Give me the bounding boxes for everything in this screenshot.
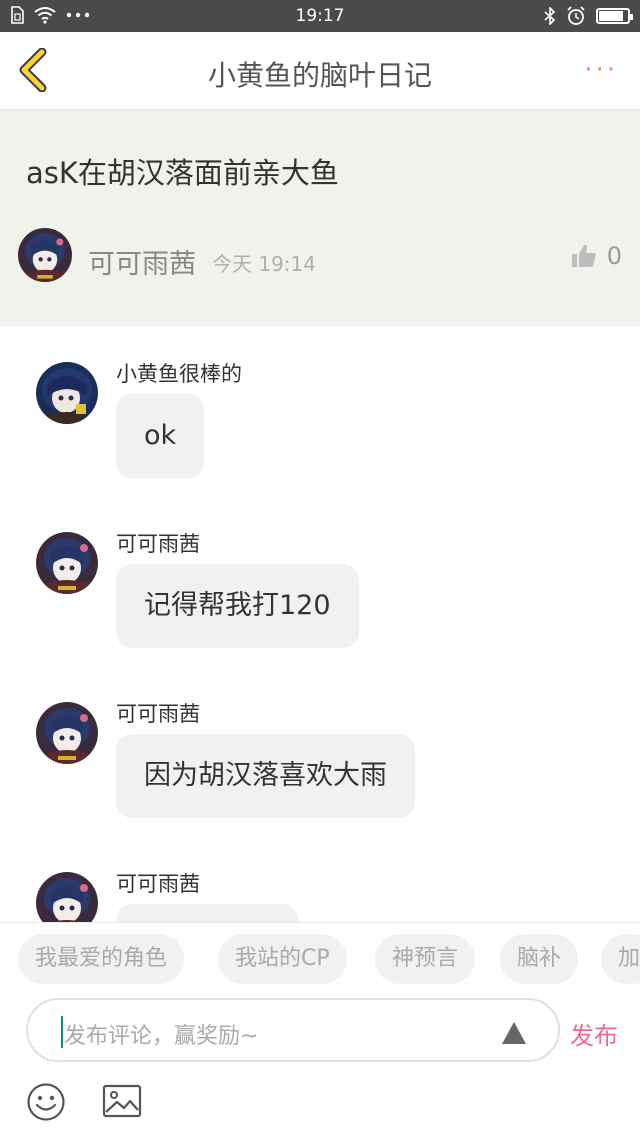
image-icon[interactable] xyxy=(102,1084,142,1118)
like-count: 0 xyxy=(606,242,622,270)
comment-text: 因为胡汉落喜欢大雨 xyxy=(116,734,415,818)
comment-author[interactable]: 可可雨茜 xyxy=(116,868,200,898)
thumbs-up-icon xyxy=(571,244,596,267)
topic-tag[interactable]: 脑补 xyxy=(500,934,579,984)
topic-tag[interactable]: 我站的CP xyxy=(218,934,347,984)
like-button[interactable]: 0 xyxy=(571,242,622,270)
comment-text: ok xyxy=(116,394,205,478)
comment-item: 可可雨茜 因为胡汉落喜欢大雨 xyxy=(0,666,640,836)
comment-text xyxy=(116,904,298,922)
send-arrow-icon[interactable] xyxy=(501,1021,527,1045)
topic-tag[interactable]: 我最爱的角色 xyxy=(18,934,185,984)
battery-icon xyxy=(596,8,633,24)
comment-avatar[interactable] xyxy=(36,872,98,922)
comment-author[interactable]: 小黄鱼很棒的 xyxy=(116,358,242,388)
comment-list[interactable]: 小黄鱼很棒的 ok 可可雨茜 记得帮我打120 可可雨茜 因为胡汉落喜欢大雨 可… xyxy=(0,326,640,922)
comment-author[interactable]: 可可雨茜 xyxy=(116,528,200,558)
alarm-icon xyxy=(567,6,585,25)
comment-input-placeholder: 发布评论，赢奖励~ xyxy=(64,1024,259,1049)
comment-text: 记得帮我打120 xyxy=(116,564,359,648)
comment-avatar[interactable] xyxy=(36,362,98,424)
comment-item: 可可雨茜 记得帮我打120 xyxy=(0,496,640,666)
post-time: 今天 19:14 xyxy=(212,252,316,276)
more-options-button[interactable]: ··· xyxy=(584,57,618,83)
bluetooth-icon xyxy=(544,7,556,25)
emoji-icon[interactable] xyxy=(26,1082,66,1122)
comment-author[interactable]: 可可雨茜 xyxy=(116,698,200,728)
comment-item: 可可雨茜 xyxy=(0,836,640,922)
page-title: 小黄鱼的脑叶日记 xyxy=(207,59,432,92)
bottom-toolbar xyxy=(0,1068,640,1138)
comment-input[interactable]: 发布评论，赢奖励~ xyxy=(26,998,560,1062)
topic-tag-strip[interactable]: 我最爱的角色 我站的CP 神预言 脑补 加 xyxy=(0,922,640,998)
comment-item: 小黄鱼很棒的 ok xyxy=(0,326,640,496)
author-name[interactable]: 可可雨茜 xyxy=(88,242,196,281)
topic-tag[interactable]: 神预言 xyxy=(375,934,476,984)
nav-bar: 小黄鱼的脑叶日记 ··· xyxy=(0,32,640,110)
text-caret xyxy=(61,1016,63,1048)
comment-avatar[interactable] xyxy=(36,532,98,594)
status-right-icons xyxy=(544,6,633,26)
comment-avatar[interactable] xyxy=(36,702,98,764)
publish-button[interactable]: 发布 xyxy=(570,1016,618,1051)
topic-tag[interactable]: 加 xyxy=(601,934,640,984)
post-header: asK在胡汉落面前亲大鱼 可可雨茜 今天 19:14 0 xyxy=(0,110,640,326)
post-title: asK在胡汉落面前亲大鱼 xyxy=(26,156,339,190)
comment-composer: 发布评论，赢奖励~ 发布 xyxy=(0,998,640,1068)
status-bar: 19:17 xyxy=(0,0,640,32)
author-avatar[interactable] xyxy=(18,228,72,282)
